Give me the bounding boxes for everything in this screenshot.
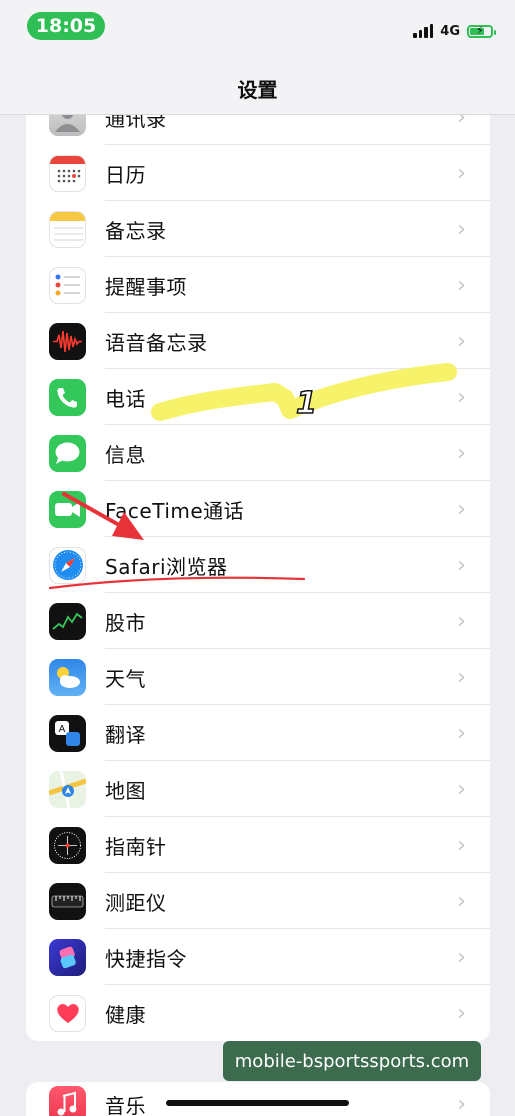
navigation-bar: 设置 xyxy=(0,50,515,115)
chevron-right-icon: › xyxy=(457,384,466,410)
settings-row-label: 健康 xyxy=(105,1002,146,1027)
compass-icon xyxy=(49,826,86,864)
safari-icon xyxy=(49,546,86,584)
battery-icon: ⚡ xyxy=(467,24,496,38)
settings-row-label: 日历 xyxy=(105,162,146,187)
phone-icon xyxy=(49,378,86,416)
health-icon xyxy=(49,994,86,1032)
settings-row-label: 指南针 xyxy=(105,834,167,859)
settings-row-facetime[interactable]: FaceTime通话 › xyxy=(26,481,490,537)
network-type: 4G xyxy=(440,23,460,39)
svg-text:A: A xyxy=(59,724,66,735)
chevron-right-icon: › xyxy=(457,552,466,578)
chevron-right-icon: › xyxy=(457,328,466,354)
translate-icon: A xyxy=(49,714,86,752)
settings-row-messages[interactable]: 信息 › xyxy=(26,425,490,481)
settings-media-group: 音乐 › xyxy=(26,1082,490,1116)
home-indicator[interactable] xyxy=(166,1100,349,1106)
status-bar: 18:05 4G ⚡ xyxy=(0,0,515,50)
settings-row-measure[interactable]: 测距仪 › xyxy=(26,873,490,929)
maps-icon xyxy=(49,770,86,808)
chevron-right-icon: › xyxy=(457,608,466,634)
chevron-right-icon: › xyxy=(457,776,466,802)
facetime-icon xyxy=(49,490,86,528)
settings-row-reminders[interactable]: 提醒事项 › xyxy=(26,257,490,313)
status-time: 18:05 xyxy=(27,12,105,40)
settings-row-label: 股市 xyxy=(105,610,146,635)
settings-row-maps[interactable]: 地图 › xyxy=(26,761,490,817)
chevron-right-icon: › xyxy=(457,272,466,298)
chevron-right-icon: › xyxy=(457,496,466,522)
chevron-right-icon: › xyxy=(457,1000,466,1026)
chevron-right-icon: › xyxy=(457,160,466,186)
signal-icon xyxy=(413,24,434,38)
chevron-right-icon: › xyxy=(457,888,466,914)
voice-memos-icon xyxy=(49,322,86,360)
status-indicators: 4G ⚡ xyxy=(413,20,496,42)
settings-row-shortcuts[interactable]: 快捷指令 › xyxy=(26,929,490,985)
reminders-icon xyxy=(49,266,86,304)
settings-apps-group: 通讯录 › 日历 › 备忘录 › 提醒事项 › 语音备忘录 › 电话 › 信息 … xyxy=(26,89,490,1041)
settings-row-calendar[interactable]: 日历 › xyxy=(26,145,490,201)
settings-row-translate[interactable]: A 翻译 › xyxy=(26,705,490,761)
settings-row-stocks[interactable]: 股市 › xyxy=(26,593,490,649)
settings-row-label: FaceTime通话 xyxy=(105,498,245,523)
settings-row-label: 音乐 xyxy=(105,1093,146,1116)
settings-row-label: 测距仪 xyxy=(105,890,167,915)
chevron-right-icon: › xyxy=(457,216,466,242)
settings-row-health[interactable]: 健康 › xyxy=(26,985,490,1041)
settings-row-label: 语音备忘录 xyxy=(105,330,208,355)
settings-row-label: 翻译 xyxy=(105,722,146,747)
settings-row-weather[interactable]: 天气 › xyxy=(26,649,490,705)
chevron-right-icon: › xyxy=(457,1091,466,1116)
shortcuts-icon xyxy=(49,938,86,976)
notes-icon xyxy=(49,210,86,248)
settings-row-label: 信息 xyxy=(105,442,146,467)
messages-icon xyxy=(49,434,86,472)
settings-row-phone[interactable]: 电话 › xyxy=(26,369,490,425)
settings-row-voice-memos[interactable]: 语音备忘录 › xyxy=(26,313,490,369)
weather-icon xyxy=(49,658,86,696)
settings-row-label: 地图 xyxy=(105,778,146,803)
chevron-right-icon: › xyxy=(457,664,466,690)
stocks-icon xyxy=(49,602,86,640)
calendar-icon xyxy=(49,154,86,192)
chevron-right-icon: › xyxy=(457,832,466,858)
chevron-right-icon: › xyxy=(457,720,466,746)
music-icon xyxy=(49,1085,86,1116)
watermark-badge: mobile-bsportssports.com xyxy=(223,1041,481,1081)
chevron-right-icon: › xyxy=(457,440,466,466)
settings-row-label: 快捷指令 xyxy=(105,946,187,971)
settings-row-label: Safari浏览器 xyxy=(105,554,228,579)
settings-row-compass[interactable]: 指南针 › xyxy=(26,817,490,873)
settings-row-label: 提醒事项 xyxy=(105,274,187,299)
page-title: 设置 xyxy=(237,78,278,102)
settings-row-music[interactable]: 音乐 › xyxy=(26,1082,490,1116)
settings-row-notes[interactable]: 备忘录 › xyxy=(26,201,490,257)
chevron-right-icon: › xyxy=(457,944,466,970)
measure-icon xyxy=(49,882,86,920)
settings-row-label: 天气 xyxy=(105,666,146,691)
settings-row-safari[interactable]: Safari浏览器 › xyxy=(26,537,490,593)
settings-row-label: 电话 xyxy=(105,386,146,411)
settings-row-label: 备忘录 xyxy=(105,218,167,243)
